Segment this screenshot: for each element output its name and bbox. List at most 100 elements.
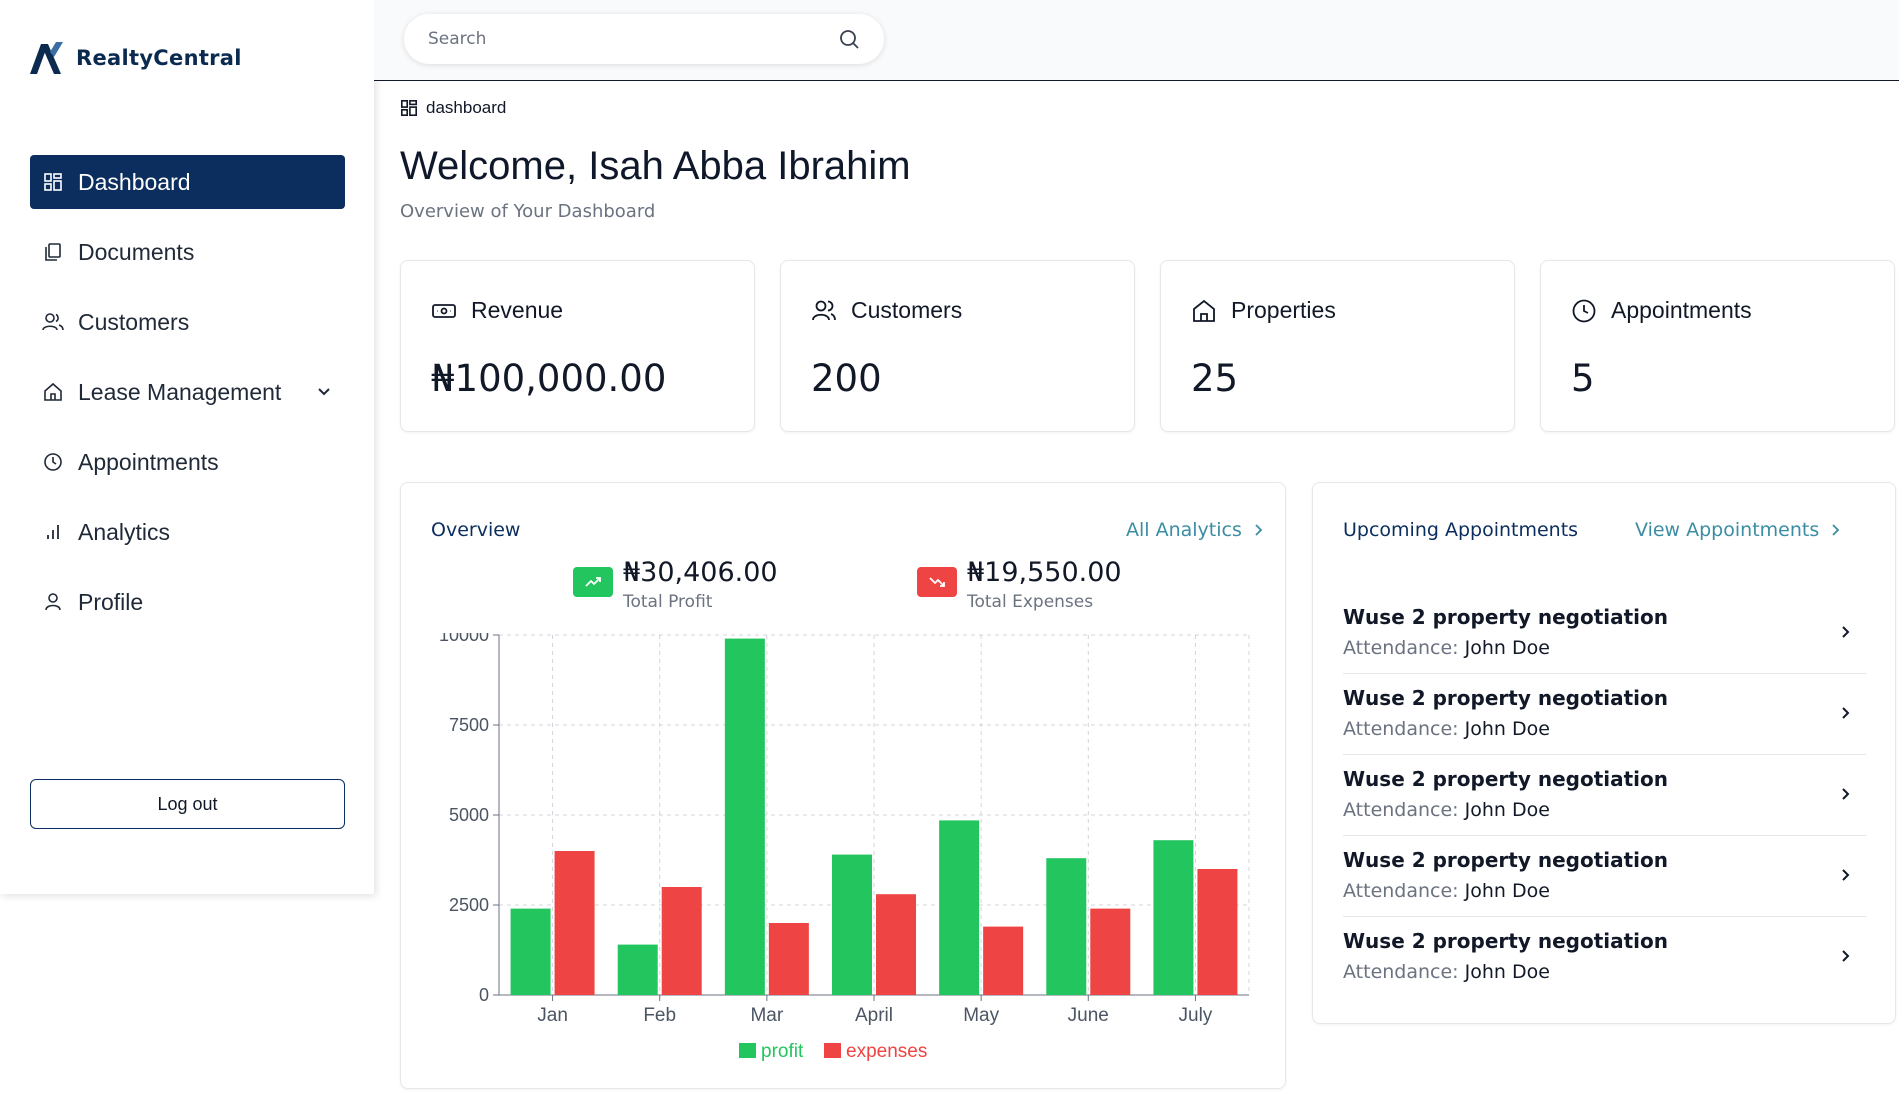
trending-up-icon bbox=[573, 567, 613, 597]
appointment-attendee: John Doe bbox=[1464, 880, 1550, 902]
brand-name: RealtyCentral bbox=[76, 46, 242, 70]
appointment-attendance: Attendance: John Doe bbox=[1343, 961, 1550, 983]
page-title: Welcome, Isah Abba Ibrahim bbox=[400, 144, 911, 188]
sidebar-item-label: Customers bbox=[78, 308, 190, 335]
stat-label: Appointments bbox=[1611, 297, 1752, 323]
trending-down-icon bbox=[917, 567, 957, 597]
appointments-list: Wuse 2 property negotiation Attendance: … bbox=[1343, 593, 1866, 998]
appointment-attendee: John Doe bbox=[1464, 718, 1550, 740]
bar-profit bbox=[832, 854, 872, 995]
chevron-right-icon bbox=[1832, 524, 1840, 536]
chevron-right-icon[interactable] bbox=[1836, 785, 1854, 803]
breadcrumb: dashboard bbox=[400, 98, 506, 118]
bar-chart-icon bbox=[42, 521, 64, 543]
sidebar-item-appointments[interactable]: Appointments bbox=[30, 435, 345, 489]
total-profit-amount: ₦30,406.00 bbox=[623, 557, 778, 588]
stat-label: Revenue bbox=[471, 297, 564, 323]
view-appointments-link[interactable]: View Appointments bbox=[1635, 519, 1841, 541]
stat-card-customers: Customers 200 bbox=[780, 260, 1135, 432]
bar-expenses bbox=[876, 894, 916, 995]
appointment-item[interactable]: Wuse 2 property negotiation Attendance: … bbox=[1343, 917, 1866, 998]
appointment-item[interactable]: Wuse 2 property negotiation Attendance: … bbox=[1343, 674, 1866, 755]
appointment-title: Wuse 2 property negotiation bbox=[1343, 848, 1668, 872]
bar-profit bbox=[724, 638, 765, 995]
clock-icon bbox=[42, 451, 64, 473]
bar-expenses bbox=[661, 887, 702, 995]
appointment-attendee: John Doe bbox=[1464, 961, 1550, 983]
legend-swatch-profit bbox=[739, 1043, 756, 1058]
y-tick-label: 10000 bbox=[439, 633, 489, 645]
documents-icon bbox=[42, 241, 64, 263]
home-icon bbox=[1193, 299, 1215, 322]
stat-card-properties: Properties 25 bbox=[1160, 260, 1515, 432]
x-tick-label: April bbox=[855, 1005, 893, 1026]
view-appointments-label: View Appointments bbox=[1635, 519, 1820, 541]
y-tick-label: 0 bbox=[479, 985, 489, 1005]
appointment-item[interactable]: Wuse 2 property negotiation Attendance: … bbox=[1343, 755, 1866, 836]
stat-value: ₦100,000.00 bbox=[431, 357, 667, 400]
sidebar-item-label: Lease Management bbox=[78, 378, 282, 405]
bar-expenses bbox=[1090, 908, 1131, 995]
grid-icon bbox=[400, 99, 418, 117]
stat-value: 5 bbox=[1571, 357, 1595, 400]
total-expenses-summary: ₦19,550.00 Total Expenses bbox=[917, 557, 1122, 612]
appointment-item[interactable]: Wuse 2 property negotiation Attendance: … bbox=[1343, 593, 1866, 674]
brand-logo[interactable]: RealtyCentral bbox=[28, 40, 242, 76]
appointment-item[interactable]: Wuse 2 property negotiation Attendance: … bbox=[1343, 836, 1866, 917]
upcoming-appointments-card: Upcoming Appointments View Appointments … bbox=[1312, 482, 1896, 1024]
user-icon bbox=[42, 591, 64, 613]
sidebar: RealtyCentral Dashboard Documents Custom… bbox=[0, 0, 374, 894]
page-subtitle: Overview of Your Dashboard bbox=[400, 201, 656, 222]
top-bar bbox=[374, 0, 1899, 81]
breadcrumb-label[interactable]: dashboard bbox=[426, 98, 506, 118]
search-icon[interactable] bbox=[838, 28, 860, 50]
legend-label-profit: profit bbox=[761, 1041, 804, 1062]
appointment-attendance: Attendance: John Doe bbox=[1343, 637, 1550, 659]
bar-profit bbox=[1046, 858, 1087, 995]
chevron-right-icon[interactable] bbox=[1836, 866, 1854, 884]
bar-expenses bbox=[554, 851, 595, 995]
appointment-attendee: John Doe bbox=[1464, 637, 1550, 659]
home-icon bbox=[42, 381, 64, 403]
sidebar-item-customers[interactable]: Customers bbox=[30, 295, 345, 349]
x-tick-label: Feb bbox=[643, 1005, 676, 1026]
chevron-down-icon[interactable] bbox=[315, 383, 333, 401]
sidebar-item-lease-management[interactable]: Lease Management bbox=[30, 365, 345, 419]
sidebar-item-profile[interactable]: Profile bbox=[30, 575, 345, 629]
banknote-icon bbox=[432, 303, 456, 318]
total-expenses-label: Total Expenses bbox=[967, 592, 1094, 612]
chevron-right-icon[interactable] bbox=[1836, 623, 1854, 641]
total-profit-summary: ₦30,406.00 Total Profit bbox=[573, 557, 778, 612]
all-analytics-link[interactable]: All Analytics bbox=[1126, 519, 1264, 541]
sidebar-item-analytics[interactable]: Analytics bbox=[30, 505, 345, 559]
bar-expenses bbox=[983, 926, 1024, 995]
sidebar-item-documents[interactable]: Documents bbox=[30, 225, 345, 279]
clock-icon bbox=[1572, 299, 1596, 322]
x-tick-label: Jan bbox=[537, 1005, 568, 1026]
appointment-title: Wuse 2 property negotiation bbox=[1343, 767, 1668, 791]
logout-button[interactable]: Log out bbox=[30, 779, 345, 829]
users-icon bbox=[42, 311, 64, 333]
stat-value: 25 bbox=[1191, 357, 1239, 400]
bar-profit bbox=[1153, 840, 1194, 995]
legend-label-expenses: expenses bbox=[846, 1041, 927, 1062]
sidebar-item-label: Documents bbox=[78, 238, 195, 265]
y-tick-label: 7500 bbox=[449, 715, 489, 735]
sidebar-item-label: Appointments bbox=[78, 448, 219, 475]
bar-expenses bbox=[1197, 869, 1238, 995]
stat-label: Customers bbox=[851, 297, 963, 323]
logo-icon bbox=[30, 42, 63, 74]
chevron-right-icon[interactable] bbox=[1836, 704, 1854, 722]
appointment-attendance: Attendance: John Doe bbox=[1343, 880, 1550, 902]
overview-card: Overview All Analytics ₦30,406.00 Total … bbox=[400, 482, 1286, 1089]
bar-profit bbox=[510, 908, 551, 995]
search-input[interactable] bbox=[428, 29, 838, 49]
stat-card-appointments: Appointments 5 bbox=[1540, 260, 1895, 432]
search-box bbox=[404, 14, 884, 64]
x-tick-label: Mar bbox=[750, 1005, 783, 1026]
sidebar-item-label: Profile bbox=[78, 588, 144, 615]
sidebar-item-dashboard[interactable]: Dashboard bbox=[30, 155, 345, 209]
stat-value: 200 bbox=[811, 357, 882, 400]
chevron-right-icon[interactable] bbox=[1836, 947, 1854, 965]
y-tick-label: 5000 bbox=[449, 805, 489, 825]
